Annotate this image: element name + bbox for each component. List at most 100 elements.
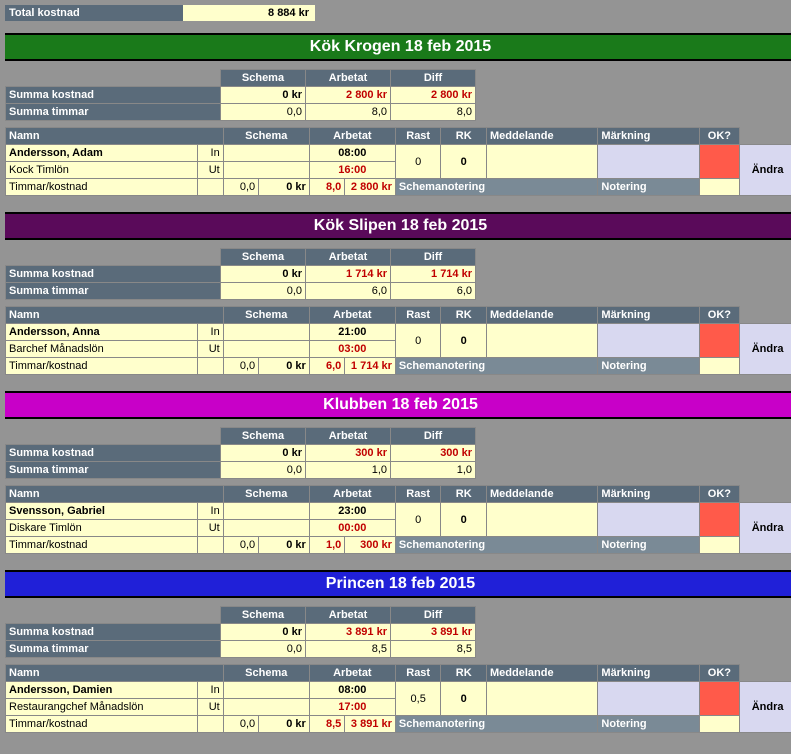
sum-kost-arbetat: 2 800 kr — [306, 87, 391, 104]
tk-arb-h: 1,0 — [309, 537, 344, 554]
timmar-kostnad-label: Timmar/kostnad — [6, 358, 198, 375]
meddelande-cell[interactable] — [487, 145, 598, 179]
hdr-arbetat2: Arbetat — [309, 665, 395, 682]
hdr-diff: Diff — [391, 607, 476, 624]
hdr-schema2: Schema — [223, 486, 309, 503]
hdr-arbetat2: Arbetat — [309, 307, 395, 324]
person-role: Restaurangchef Månadslön — [6, 699, 198, 716]
notering-cell[interactable] — [699, 716, 740, 733]
sum-kost-diff: 1 714 kr — [391, 266, 476, 283]
hdr-diff: Diff — [391, 249, 476, 266]
markning-cell[interactable] — [598, 145, 699, 179]
section: Princen 18 feb 2015 Schema Arbetat Diff … — [5, 570, 791, 733]
sum-kost-diff: 300 kr — [391, 445, 476, 462]
hdr-meddelande: Meddelande — [487, 486, 598, 503]
ut-label: Ut — [198, 520, 223, 537]
sum-tim-arbetat: 8,5 — [306, 641, 391, 658]
meddelande-cell[interactable] — [487, 682, 598, 716]
hdr-meddelande: Meddelande — [487, 665, 598, 682]
sum-kost-schema: 0 kr — [221, 624, 306, 641]
total-value: 8 884 kr — [183, 5, 315, 21]
hdr-rast: Rast — [395, 486, 441, 503]
sum-tim-diff: 6,0 — [391, 283, 476, 300]
rast-value: 0 — [395, 503, 441, 537]
section-title: Princen 18 feb 2015 — [5, 570, 791, 598]
tk-schema-h: 0,0 — [223, 716, 258, 733]
hdr-meddelande: Meddelande — [487, 307, 598, 324]
hdr-markning: Märkning — [598, 486, 699, 503]
section: Kök Slipen 18 feb 2015 Schema Arbetat Di… — [5, 212, 791, 375]
notering-label: Notering — [598, 537, 699, 554]
hdr-markning: Märkning — [598, 128, 699, 145]
hdr-namn: Namn — [6, 128, 224, 145]
section-title: Kök Krogen 18 feb 2015 — [5, 33, 791, 61]
meddelande-cell[interactable] — [487, 324, 598, 358]
schemanotering-label: Schemanotering — [395, 179, 598, 196]
tk-arb-h: 8,5 — [309, 716, 344, 733]
andra-button[interactable]: Ändra — [740, 682, 791, 733]
tk-schema-k: 0 kr — [259, 179, 310, 196]
ok-cell[interactable] — [699, 682, 740, 716]
sum-tim-schema: 0,0 — [221, 283, 306, 300]
meddelande-cell[interactable] — [487, 503, 598, 537]
tk-schema-k: 0 kr — [259, 716, 310, 733]
andra-button[interactable]: Ändra — [740, 324, 791, 375]
rk-value: 0 — [441, 145, 487, 179]
sum-kost-arbetat: 1 714 kr — [306, 266, 391, 283]
markning-cell[interactable] — [598, 503, 699, 537]
section: Klubben 18 feb 2015 Schema Arbetat Diff … — [5, 391, 791, 554]
hdr-namn: Namn — [6, 665, 224, 682]
markning-cell[interactable] — [598, 324, 699, 358]
schemanotering-label: Schemanotering — [395, 358, 598, 375]
notering-cell[interactable] — [699, 537, 740, 554]
in-label: In — [198, 503, 223, 520]
summa-kostnad-label: Summa kostnad — [6, 624, 221, 641]
ok-cell[interactable] — [699, 503, 740, 537]
ut-label: Ut — [198, 162, 223, 179]
sum-tim-schema: 0,0 — [221, 641, 306, 658]
timmar-kostnad-label: Timmar/kostnad — [6, 716, 198, 733]
ok-cell[interactable] — [699, 324, 740, 358]
hdr-rk: RK — [441, 307, 487, 324]
sum-kost-arbetat: 300 kr — [306, 445, 391, 462]
rast-value: 0,5 — [395, 682, 441, 716]
notering-cell[interactable] — [699, 179, 740, 196]
ok-cell[interactable] — [699, 145, 740, 179]
hdr-rk: RK — [441, 665, 487, 682]
markning-cell[interactable] — [598, 682, 699, 716]
hdr-rk: RK — [441, 128, 487, 145]
person-name: Andersson, Adam — [6, 145, 198, 162]
sum-kost-diff: 3 891 kr — [391, 624, 476, 641]
tk-arb-h: 8,0 — [309, 179, 344, 196]
rk-value: 0 — [441, 682, 487, 716]
tk-arb-k: 1 714 kr — [345, 358, 396, 375]
hdr-markning: Märkning — [598, 307, 699, 324]
hdr-rk: RK — [441, 486, 487, 503]
hdr-schema2: Schema — [223, 665, 309, 682]
hdr-diff: Diff — [391, 70, 476, 87]
schemanotering-label: Schemanotering — [395, 537, 598, 554]
tk-arb-k: 2 800 kr — [345, 179, 396, 196]
hdr-ok: OK? — [699, 307, 740, 324]
hdr-ok: OK? — [699, 128, 740, 145]
hdr-namn: Namn — [6, 307, 224, 324]
tk-schema-h: 0,0 — [223, 358, 258, 375]
person-name: Svensson, Gabriel — [6, 503, 198, 520]
tk-arb-k: 3 891 kr — [345, 716, 396, 733]
summa-timmar-label: Summa timmar — [6, 283, 221, 300]
sum-kost-schema: 0 kr — [221, 87, 306, 104]
notering-cell[interactable] — [699, 358, 740, 375]
andra-button[interactable]: Ändra — [740, 503, 791, 554]
andra-button[interactable]: Ändra — [740, 145, 791, 196]
person-role: Barchef Månadslön — [6, 341, 198, 358]
summa-timmar-label: Summa timmar — [6, 104, 221, 121]
person-name: Andersson, Anna — [6, 324, 198, 341]
rk-value: 0 — [441, 503, 487, 537]
sum-tim-schema: 0,0 — [221, 462, 306, 479]
notering-label: Notering — [598, 716, 699, 733]
hdr-rast: Rast — [395, 128, 441, 145]
arbetat-in: 08:00 — [309, 682, 395, 699]
section-title: Kök Slipen 18 feb 2015 — [5, 212, 791, 240]
hdr-meddelande: Meddelande — [487, 128, 598, 145]
notering-label: Notering — [598, 358, 699, 375]
